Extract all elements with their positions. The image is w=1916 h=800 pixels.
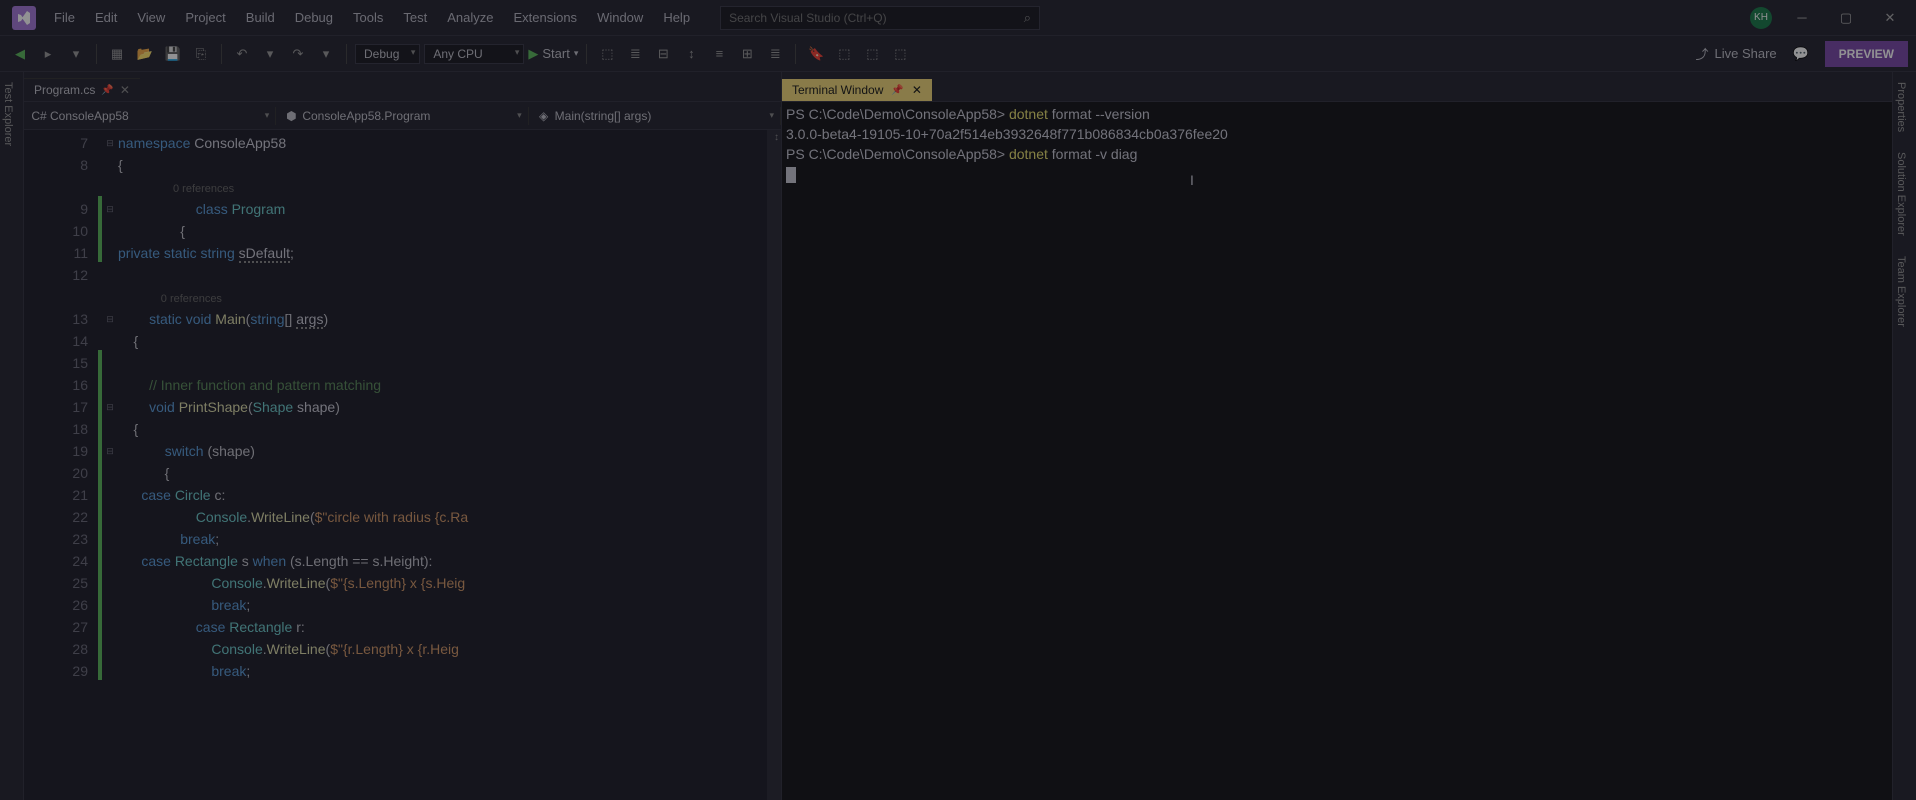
save-all-icon[interactable]: ⎘ (189, 42, 213, 66)
window-controls: ─ ▢ ✕ (1780, 3, 1912, 33)
method-icon: ◈ (537, 109, 551, 123)
menu-extensions[interactable]: Extensions (503, 6, 587, 29)
tool-icon-9[interactable]: ⬚ (860, 42, 884, 66)
tool-icon-7[interactable]: ≣ (763, 42, 787, 66)
tool-icon-10[interactable]: ⬚ (888, 42, 912, 66)
undo-dropdown[interactable]: ▾ (258, 42, 282, 66)
code-editor[interactable]: 78 9101112 13141516171819202122232425262… (24, 130, 781, 800)
right-sidebar: Properties Solution Explorer Team Explor… (1892, 72, 1916, 800)
class-icon: ⬢ (284, 109, 298, 123)
fold-toggle[interactable]: ⊟ (102, 440, 118, 462)
breadcrumb: C# ConsoleApp58 ⬢ ConsoleApp58.Program ◈… (24, 102, 781, 130)
menu-help[interactable]: Help (653, 6, 700, 29)
close-icon[interactable]: ✕ (120, 83, 130, 97)
breadcrumb-class[interactable]: ⬢ ConsoleApp58.Program (276, 107, 528, 125)
sidebar-tab-team-explorer[interactable]: Team Explorer (1893, 246, 1909, 337)
search-box[interactable]: ⌕ (720, 6, 1040, 30)
fold-gutter: ⊟ ⊟ ⊟ ⊟ ⊟ (102, 130, 118, 800)
pin-icon[interactable]: 📌 (101, 85, 113, 96)
save-icon[interactable]: 💾 (161, 42, 185, 66)
left-sidebar: Test Explorer (0, 72, 24, 800)
fold-toggle[interactable]: ⊟ (102, 132, 118, 154)
tool-icon-3[interactable]: ⊟ (651, 42, 675, 66)
nav-history-button[interactable]: ▾ (64, 42, 88, 66)
menu-file[interactable]: File (44, 6, 85, 29)
editor-panel: Program.cs 📌 ✕ C# ConsoleApp58 ⬢ Console… (24, 72, 782, 800)
avatar[interactable]: KH (1750, 7, 1772, 29)
redo-dropdown[interactable]: ▾ (314, 42, 338, 66)
share-icon: ⤴ (1695, 44, 1708, 63)
vs-logo-icon (12, 6, 36, 30)
tool-icon-4[interactable]: ↕ (679, 42, 703, 66)
live-share-button[interactable]: ⤴ Live Share (1687, 42, 1784, 65)
terminal-content[interactable]: I PS C:\Code\Demo\ConsoleApp58> dotnet f… (782, 102, 1892, 800)
tool-icon-5[interactable]: ≡ (707, 42, 731, 66)
redo-button[interactable]: ↷ (286, 42, 310, 66)
file-tab-program[interactable]: Program.cs 📌 ✕ (24, 78, 140, 101)
minimize-button[interactable]: ─ (1780, 3, 1824, 33)
menu-tools[interactable]: Tools (343, 6, 393, 29)
line-gutter: 78 9101112 13141516171819202122232425262… (24, 130, 98, 800)
menu-edit[interactable]: Edit (85, 6, 127, 29)
breadcrumb-method[interactable]: ◈ Main(string[] args) (529, 107, 781, 125)
file-tabs: Program.cs 📌 ✕ (24, 72, 781, 102)
terminal-panel: Terminal Window 📌 ✕ I PS C:\Code\Demo\Co… (782, 72, 1892, 800)
csharp-icon: C# (32, 109, 46, 123)
open-icon[interactable]: 📂 (133, 42, 157, 66)
split-icon[interactable]: ↕ (774, 132, 779, 143)
minimap[interactable] (767, 130, 781, 800)
platform-dropdown[interactable]: Any CPU (424, 44, 524, 64)
new-project-icon[interactable]: ▦ (105, 42, 129, 66)
sidebar-tab-solution-explorer[interactable]: Solution Explorer (1893, 142, 1909, 246)
sidebar-tab-test-explorer[interactable]: Test Explorer (0, 72, 16, 156)
menu-view[interactable]: View (127, 6, 175, 29)
menu-build[interactable]: Build (236, 6, 285, 29)
search-icon: ⌕ (1024, 10, 1031, 26)
start-button[interactable]: ▶ Start ▾ (528, 46, 578, 62)
menubar: FileEditViewProjectBuildDebugToolsTestAn… (0, 0, 1916, 36)
terminal-tab[interactable]: Terminal Window 📌 ✕ (782, 79, 932, 101)
bookmark-icon[interactable]: 🔖 (804, 42, 828, 66)
code-content[interactable]: namespace ConsoleApp58{ 0 references cla… (118, 130, 781, 800)
close-icon[interactable]: ✕ (912, 83, 922, 97)
search-input[interactable] (729, 11, 1024, 25)
nav-back-button[interactable]: ◀ (8, 42, 32, 66)
fold-toggle[interactable]: ⊟ (102, 308, 118, 330)
fold-toggle[interactable]: ⊟ (102, 198, 118, 220)
undo-button[interactable]: ↶ (230, 42, 254, 66)
preview-button[interactable]: PREVIEW (1825, 41, 1908, 67)
play-icon: ▶ (528, 46, 538, 62)
tool-icon-6[interactable]: ⊞ (735, 42, 759, 66)
fold-toggle[interactable]: ⊟ (102, 396, 118, 418)
menu-test[interactable]: Test (393, 6, 437, 29)
breadcrumb-project[interactable]: C# ConsoleApp58 (24, 107, 276, 125)
tool-icon-2[interactable]: ≣ (623, 42, 647, 66)
close-button[interactable]: ✕ (1868, 3, 1912, 33)
config-dropdown[interactable]: Debug (355, 44, 420, 64)
nav-forward-button[interactable]: ▸ (36, 42, 60, 66)
menu-analyze[interactable]: Analyze (437, 6, 503, 29)
sidebar-tab-properties[interactable]: Properties (1893, 72, 1909, 142)
menu-debug[interactable]: Debug (285, 6, 343, 29)
toolbar: ◀ ▸ ▾ ▦ 📂 💾 ⎘ ↶ ▾ ↷ ▾ Debug Any CPU ▶ St… (0, 36, 1916, 72)
text-cursor-icon: I (1190, 170, 1194, 190)
terminal-tabs: Terminal Window 📌 ✕ (782, 72, 1892, 102)
menu-window[interactable]: Window (587, 6, 653, 29)
tool-icon-1[interactable]: ⬚ (595, 42, 619, 66)
menu-project[interactable]: Project (175, 6, 235, 29)
feedback-icon[interactable]: 💬 (1789, 42, 1813, 66)
tool-icon-8[interactable]: ⬚ (832, 42, 856, 66)
maximize-button[interactable]: ▢ (1824, 3, 1868, 33)
pin-icon[interactable]: 📌 (891, 85, 903, 96)
